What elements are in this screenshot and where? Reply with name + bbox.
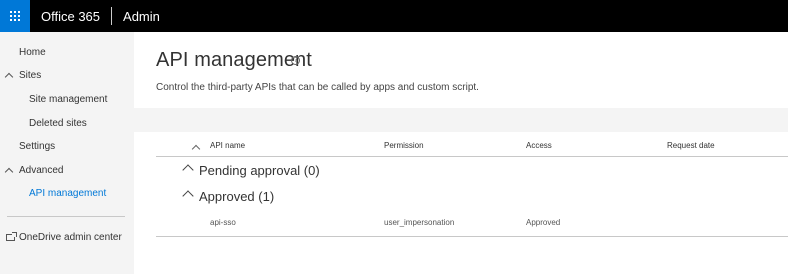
sidebar-item-api-management[interactable]: API management	[29, 188, 106, 199]
sidebar-item-settings[interactable]: Settings	[19, 141, 55, 152]
sidebar-item-deleted-sites[interactable]: Deleted sites	[29, 118, 87, 129]
sidebar-item-home[interactable]: Home	[19, 47, 46, 58]
group-header-pending-approval[interactable]: Pending approval (0)	[199, 163, 320, 178]
column-header-api-name[interactable]: API name	[210, 141, 245, 150]
cell-access: Approved	[526, 218, 561, 227]
table-header: API name Permission Access Request date	[156, 139, 788, 157]
chevron-up-icon[interactable]	[182, 190, 194, 202]
sidebar-item-advanced[interactable]: Advanced	[19, 165, 63, 176]
top-bar: Office 365 Admin	[0, 0, 788, 32]
sidebar-divider	[7, 216, 125, 217]
cell-permission: user_impersonation	[384, 218, 455, 227]
main-content: API management ? Control the third-party…	[134, 32, 788, 274]
app-launcher-icon	[10, 11, 20, 21]
chevron-up-icon[interactable]	[4, 167, 14, 177]
app-name[interactable]: Admin	[123, 9, 160, 24]
command-bar	[134, 108, 788, 132]
sidebar-item-sites[interactable]: Sites	[19, 70, 41, 81]
page-description: Control the third-party APIs that can be…	[156, 82, 479, 93]
app-launcher-button[interactable]	[0, 0, 30, 32]
sidebar-item-onedrive-admin-center[interactable]: OneDrive admin center	[19, 232, 122, 243]
chevron-up-icon[interactable]	[4, 72, 14, 82]
cell-api-name: api-sso	[210, 218, 236, 227]
external-link-icon	[6, 232, 17, 241]
brand-name[interactable]: Office 365	[41, 9, 100, 24]
page-title: API management	[156, 49, 312, 71]
chevron-up-icon[interactable]	[182, 164, 194, 176]
brand-divider	[111, 7, 113, 25]
table-row[interactable]: api-sso user_impersonation Approved	[156, 209, 788, 237]
help-icon[interactable]: ?	[291, 56, 300, 65]
column-header-request-date[interactable]: Request date	[667, 141, 715, 150]
column-header-access[interactable]: Access	[526, 141, 552, 150]
collapse-all-chevron-icon[interactable]	[191, 144, 201, 154]
column-header-permission[interactable]: Permission	[384, 141, 424, 150]
sidebar-item-site-management[interactable]: Site management	[29, 94, 107, 105]
sidebar: Home Sites Site management Deleted sites…	[0, 32, 134, 274]
group-header-approved[interactable]: Approved (1)	[199, 189, 274, 204]
